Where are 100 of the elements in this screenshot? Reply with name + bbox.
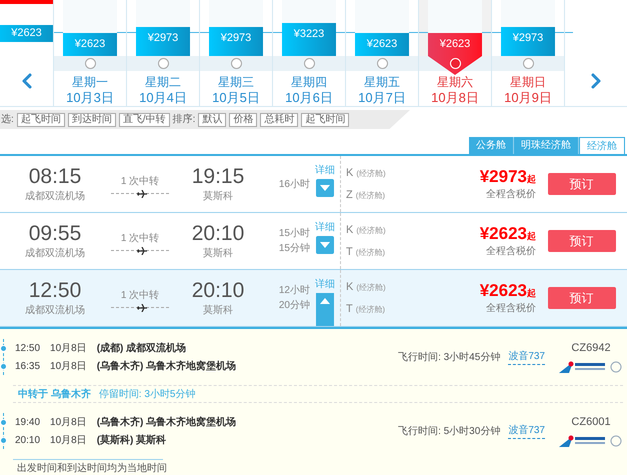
- sort-button[interactable]: 默认: [198, 112, 226, 126]
- price-suffix: 起: [527, 286, 536, 300]
- stop-date: 10月8日: [50, 434, 87, 448]
- class-name: (经济舱): [356, 282, 386, 294]
- price-suffix: 起: [527, 230, 536, 242]
- departure-airport: 成都双流机场: [25, 304, 85, 318]
- flight-row[interactable]: 08:15 成都双流机场 1 次中转 19:15 莫斯科 16小时 详细 K (经济舱) Z (经济舱) ¥2973起 全程含税价 预订: [0, 156, 627, 213]
- airline-logo: [559, 360, 623, 374]
- cabin-tab[interactable]: 公务舱: [469, 137, 514, 154]
- price-suffix: 起: [527, 172, 536, 186]
- detail-link[interactable]: 详细: [315, 279, 335, 291]
- stay-time: 停留时间: 3小时5分钟: [98, 388, 196, 402]
- price-bar[interactable]: ¥2623: [428, 33, 482, 56]
- date-label: 10月3日: [65, 90, 115, 106]
- arrival-airport: 莫斯科: [203, 304, 233, 318]
- cabin-tab[interactable]: 明珠经济舱: [514, 137, 579, 154]
- arrival-time: 19:15: [192, 164, 244, 188]
- class-code: K: [346, 166, 354, 181]
- flight-row[interactable]: 12:50 成都双流机场 1 次中转 20:10 莫斯科 12小时 20分钟 详细 K (经济舱) T (经济舱) ¥2623起 全程含税价 预订: [0, 270, 627, 327]
- detail-link[interactable]: 详细: [315, 165, 335, 177]
- aircraft-link[interactable]: 波音737: [508, 349, 545, 365]
- filter-label: 选:: [1, 112, 14, 127]
- price-bar[interactable]: ¥2623: [63, 33, 117, 56]
- aircraft-link[interactable]: 波音737: [508, 423, 545, 439]
- price: ¥2973: [480, 166, 527, 186]
- toggle-button[interactable]: [316, 179, 334, 197]
- transfer-count: 1 次中转: [120, 174, 160, 189]
- transfer-place: 中转于 乌鲁木齐: [18, 387, 91, 402]
- price: ¥2623: [480, 224, 527, 244]
- price-bar[interactable]: ¥2973: [136, 26, 190, 56]
- cabin-tab[interactable]: 经济舱: [579, 137, 625, 154]
- book-button[interactable]: 预订: [548, 287, 616, 309]
- time-note: 出发时间和到达时间均为当地时间: [17, 462, 168, 475]
- radio-button[interactable]: [158, 58, 168, 69]
- departure-airport: 成都双流机场: [25, 190, 85, 204]
- radio-button[interactable]: [230, 58, 242, 69]
- departure-time: 12:50: [28, 278, 82, 302]
- date-label: 10月9日: [503, 90, 553, 106]
- toggle-button[interactable]: [316, 293, 334, 326]
- filter-button[interactable]: 起飞时间: [16, 112, 65, 126]
- book-button[interactable]: 预订: [548, 230, 616, 252]
- weekday-label: 星期五: [363, 74, 401, 90]
- class-name: (经济舱): [356, 190, 386, 202]
- price-note: 全程含税价: [486, 302, 536, 316]
- stop-airport: (莫斯科) 莫斯科: [96, 434, 166, 448]
- price-note: 全程含税价: [486, 244, 536, 258]
- departure-airport: 成都双流机场: [25, 246, 85, 260]
- stop-date: 10月8日: [50, 360, 87, 374]
- expand-icon: [320, 185, 330, 191]
- weekday-label: 星期六: [436, 74, 474, 90]
- price-bar[interactable]: ¥2973: [209, 26, 263, 56]
- radio-button[interactable]: [304, 58, 314, 69]
- stop-time: 16:35: [15, 360, 40, 374]
- class-name: (经济舱): [356, 246, 386, 259]
- stop-time: 12:50: [15, 342, 40, 356]
- class-code: Z: [346, 188, 353, 203]
- filter-button[interactable]: 到达时间: [68, 112, 116, 126]
- arrival-airport: 莫斯科: [203, 190, 233, 204]
- flight-time: 飞行时间: 5小时30分钟: [398, 424, 500, 438]
- plane-icon: [137, 247, 147, 255]
- flight-number: CZ6001: [571, 415, 611, 430]
- transfer-count: 1 次中转: [120, 288, 160, 303]
- price-bar[interactable]: ¥3223: [282, 22, 336, 56]
- detail-link[interactable]: 详细: [315, 222, 335, 234]
- arrival-time: 20:10: [192, 222, 244, 246]
- flight-time: 飞行时间: 3小时45分钟: [398, 350, 500, 364]
- toggle-button[interactable]: [316, 236, 334, 254]
- expand-icon: [320, 242, 330, 248]
- class-code: K: [346, 280, 354, 295]
- stop-date: 10月8日: [50, 416, 87, 430]
- book-button[interactable]: 预订: [548, 173, 616, 195]
- stop-airport: (成都) 成都双流机场: [96, 341, 186, 356]
- flight-number: CZ6942: [571, 341, 611, 356]
- sort-button[interactable]: 价格: [229, 112, 258, 126]
- radio-button[interactable]: [522, 58, 534, 69]
- filter-button[interactable]: 直飞/中转: [118, 112, 170, 126]
- sort-button[interactable]: 总耗时: [260, 112, 298, 126]
- price-bar[interactable]: ¥2623: [0, 25, 53, 42]
- price-bar[interactable]: ¥2623: [355, 33, 409, 56]
- duration: 15小时: [278, 226, 310, 241]
- departure-time: 09:55: [28, 222, 82, 246]
- sort-label: 排序:: [172, 112, 196, 127]
- plane-icon: [137, 190, 147, 198]
- stop-airport: (乌鲁木齐) 乌鲁木齐地窝堡机场: [96, 415, 236, 430]
- collapse-icon: [320, 298, 330, 304]
- date-label: 10月4日: [138, 90, 188, 106]
- weekday-label: 星期三: [217, 74, 255, 90]
- duration: 20分钟: [278, 298, 310, 313]
- duration: 12小时: [278, 284, 310, 298]
- price-bar[interactable]: ¥2973: [501, 26, 555, 56]
- radio-button[interactable]: [376, 58, 388, 69]
- departure-time: 08:15: [28, 164, 82, 188]
- stop-airport: (乌鲁木齐) 乌鲁木齐地窝堡机场: [96, 359, 236, 374]
- airline-logo: [559, 434, 623, 448]
- arrival-airport: 莫斯科: [203, 246, 233, 260]
- weekday-label: 星期二: [144, 74, 182, 90]
- radio-button[interactable]: [84, 58, 96, 69]
- weekday-label: 星期一: [71, 74, 109, 90]
- sort-button[interactable]: 起飞时间: [301, 112, 350, 126]
- flight-row[interactable]: 09:55 成都双流机场 1 次中转 20:10 莫斯科 15小时 15分钟 详细 K (经济舱) T (经济舱) ¥2623起 全程含税价 预订: [0, 213, 627, 270]
